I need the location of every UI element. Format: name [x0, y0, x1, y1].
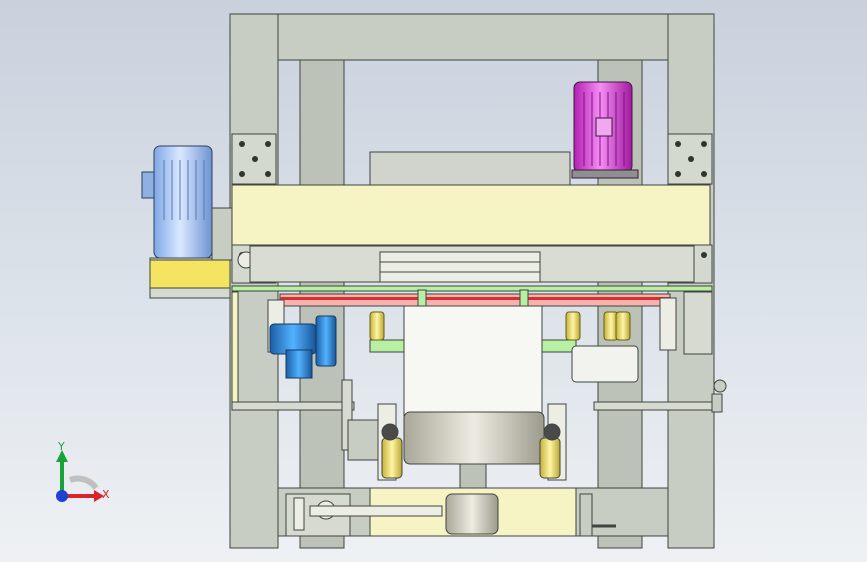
rotation-arc [68, 475, 99, 490]
adjuster-screw [309, 505, 443, 517]
axis-triad: Y X [56, 440, 110, 502]
cad-viewport[interactable]: Y X [0, 0, 867, 562]
drive-motor-magenta [571, 81, 639, 179]
rear-housing [369, 151, 571, 187]
machine-assembly-drawing: Y X [56, 13, 727, 549]
conveyor-rails [231, 245, 713, 307]
main-cross-beam [231, 184, 711, 246]
axis-y-label: Y [57, 440, 65, 453]
axis-x-label: X [102, 488, 110, 501]
gearbox-yellow [149, 259, 231, 289]
bottom-adjuster [285, 487, 616, 537]
axis-z-origin [56, 490, 68, 502]
frame-top-beam [277, 13, 669, 61]
central-drum [403, 411, 545, 465]
web-material [403, 305, 543, 417]
adjuster-cylinder [445, 493, 499, 535]
